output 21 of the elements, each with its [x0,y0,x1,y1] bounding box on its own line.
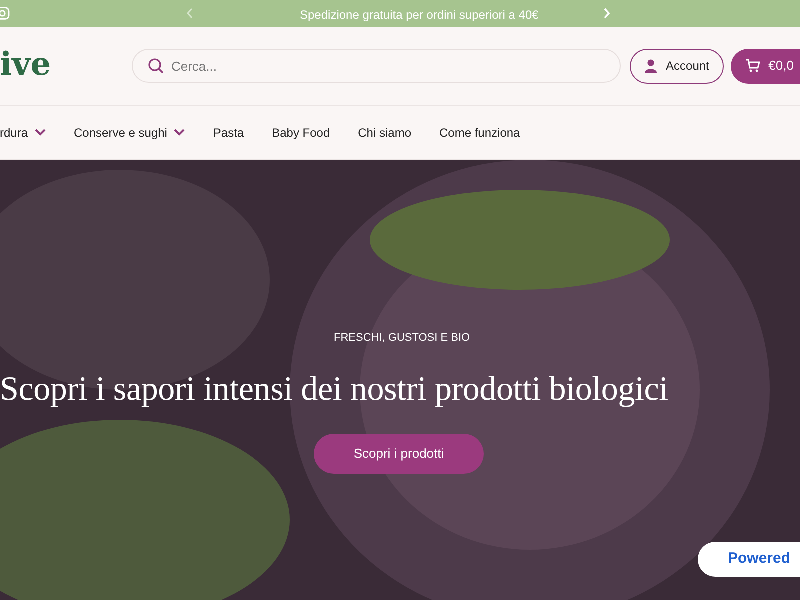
powered-badge[interactable]: Powered [698,542,800,577]
nav-link[interactable]: Baby Food [272,124,330,142]
nav-link[interactable]: Pasta [213,124,244,142]
nav-link[interactable]: rdura [0,124,46,142]
hero-eyebrow: FRESCHI, GUSTOSI E BIO [334,331,470,346]
announcement-text: Spedizione gratuita per ordini superiori a 40€ [300,7,539,24]
cart-button[interactable]: €0,0 [730,48,800,84]
hero-button[interactable]: Scopri i prodotti [314,434,484,474]
nav-link[interactable]: Chi siamo [358,124,412,142]
search-field[interactable]: Cerca... [132,49,621,83]
hero-title: Scopri i sapori intensi dei nostri prodotti biologici [0,370,668,410]
logo[interactable]: ive [0,48,132,80]
instagram-icon[interactable] [0,7,10,20]
cart-icon [744,59,761,73]
nav-link[interactable]: Conserve e sughi [74,124,186,142]
nav-link[interactable]: Come funziona [440,124,520,142]
account-button[interactable]: Account [630,48,724,84]
user-icon [644,59,658,73]
search-icon [148,58,164,74]
chevron-left-icon[interactable] [186,8,194,19]
chevron-right-icon[interactable] [603,8,611,19]
